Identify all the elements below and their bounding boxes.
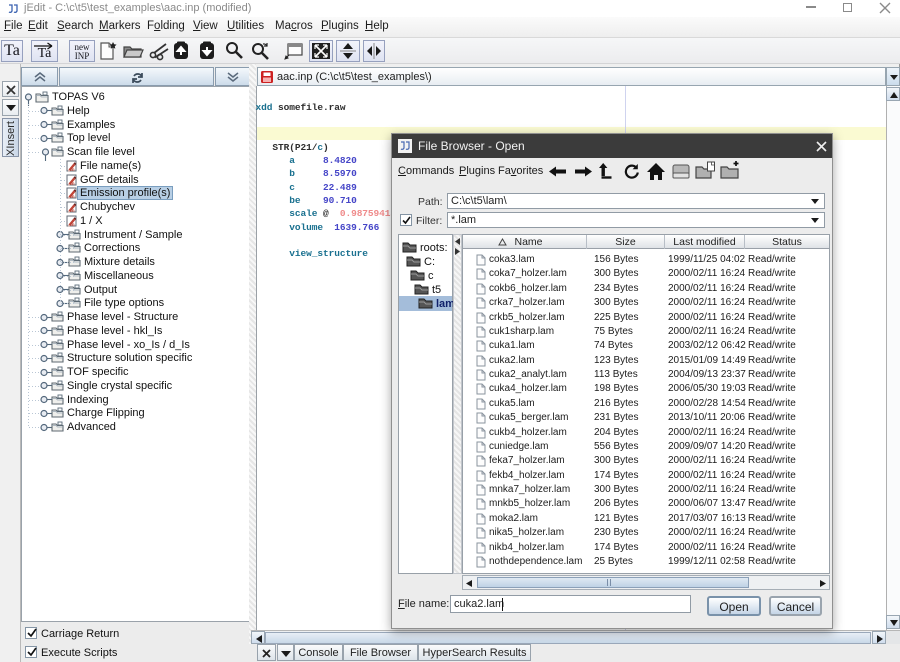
svg-text:m: m	[71, 167, 75, 172]
svg-text:m: m	[71, 222, 75, 227]
svg-text:m: m	[71, 208, 75, 213]
svg-text:m: m	[71, 194, 75, 199]
svg-text:m: m	[71, 180, 75, 185]
